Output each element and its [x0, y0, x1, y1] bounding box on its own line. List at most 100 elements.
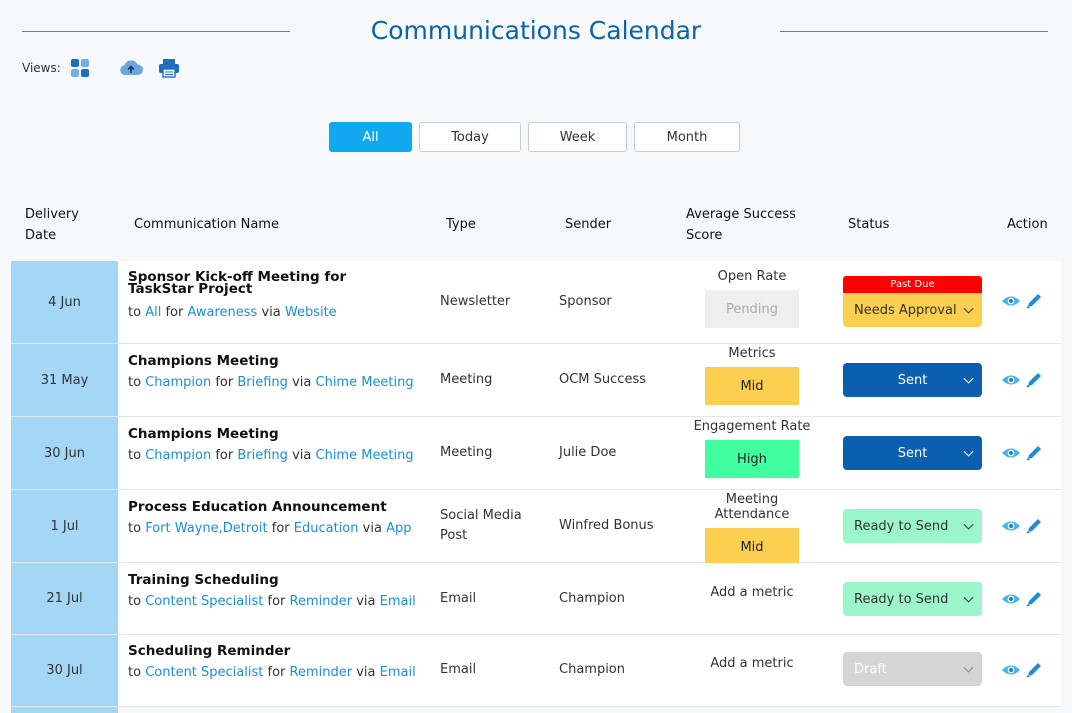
communication-name[interactable]: Sponsor Kick-off Meeting for TaskStar Pr… — [128, 270, 388, 296]
row-actions — [1001, 444, 1043, 462]
pencil-icon[interactable] — [1025, 371, 1043, 389]
purpose-link[interactable]: Briefing — [237, 375, 288, 390]
table-row[interactable]: 4 Jun Sponsor Kick-off Meeting for TaskS… — [11, 261, 1061, 344]
via-text: via — [292, 375, 312, 390]
delivery-date: 1 Jul — [11, 490, 118, 562]
type-cell: Newsletter — [440, 294, 511, 309]
type-cell: Social Media Post — [440, 506, 522, 546]
status-dropdown[interactable]: Ready to Send — [843, 582, 982, 616]
column-header-delivery-date[interactable]: Delivery Date — [25, 204, 79, 246]
communication-name[interactable]: Process Education Announcement — [128, 500, 428, 514]
table-row[interactable]: 30 Jun Champions Meeting to Champion for… — [11, 417, 1061, 490]
audience-link[interactable]: Content Specialist — [145, 594, 263, 609]
table-row[interactable]: 30 Jul Scheduling Reminder to Content Sp… — [11, 635, 1061, 707]
to-text: to — [128, 305, 142, 320]
type-cell: Email — [440, 591, 477, 606]
purpose-link[interactable]: Awareness — [187, 305, 257, 320]
communication-cell: Process Education Announcement to Fort W… — [128, 500, 428, 536]
score-cell: Open Rate Pending — [687, 269, 817, 328]
filter-month-button[interactable]: Month — [634, 122, 740, 152]
table-row[interactable]: 31 May Champions Meeting to Champion for… — [11, 344, 1061, 417]
filter-all-button[interactable]: All — [329, 122, 412, 152]
status-dropdown[interactable]: Ready to Send — [843, 509, 982, 543]
eye-icon[interactable] — [1001, 373, 1021, 387]
to-text: to — [128, 665, 142, 680]
to-text: to — [128, 521, 142, 536]
status-value: Ready to Send — [854, 591, 949, 607]
column-header-status[interactable]: Status — [848, 214, 889, 235]
channel-link[interactable]: Chime Meeting — [316, 448, 414, 463]
eye-icon[interactable] — [1001, 592, 1021, 606]
table-header: Delivery Date Communication Name Type Se… — [0, 200, 1072, 250]
score-badge-pending: Pending — [705, 290, 799, 328]
row-actions — [1001, 661, 1043, 679]
sender-cell: Champion — [559, 591, 626, 606]
communication-name[interactable]: Training Scheduling — [128, 573, 428, 587]
printer-icon[interactable] — [158, 58, 180, 78]
column-header-name[interactable]: Communication Name — [134, 214, 279, 235]
pencil-icon[interactable] — [1025, 292, 1043, 310]
column-header-delivery-line2: Date — [25, 228, 57, 243]
channel-link[interactable]: Email — [380, 665, 416, 680]
eye-icon[interactable] — [1001, 294, 1021, 308]
views-label: Views: — [22, 61, 61, 75]
for-text: for — [165, 305, 184, 320]
chevron-down-icon — [963, 373, 974, 384]
column-header-score[interactable]: Average Success Score — [686, 204, 796, 246]
audience-link[interactable]: Champion — [145, 448, 211, 463]
status-dropdown[interactable]: Draft — [843, 652, 982, 686]
eye-icon[interactable] — [1001, 446, 1021, 460]
sender-cell: Winfred Bonus — [559, 518, 654, 533]
communication-name[interactable]: Champions Meeting — [128, 427, 428, 441]
audience-link[interactable]: Fort Wayne,Detroit — [145, 521, 267, 536]
audience-link[interactable]: Champion — [145, 375, 211, 390]
purpose-link[interactable]: Reminder — [290, 665, 353, 680]
add-metric-link[interactable]: Add a metric — [687, 656, 817, 671]
column-header-type[interactable]: Type — [446, 214, 476, 235]
type-cell: Email — [440, 662, 477, 677]
purpose-link[interactable]: Briefing — [237, 448, 288, 463]
table-row[interactable]: 1 Jul Process Education Announcement to … — [11, 490, 1061, 566]
status-dropdown[interactable]: Sent — [843, 436, 982, 470]
for-text: for — [215, 448, 234, 463]
audience-link[interactable]: All — [145, 305, 161, 320]
for-text: for — [215, 375, 234, 390]
status-dropdown[interactable]: Needs Approval — [843, 293, 982, 327]
status-value: Sent — [897, 445, 928, 461]
pencil-icon[interactable] — [1025, 517, 1043, 535]
add-metric-link[interactable]: Add a metric — [687, 585, 817, 600]
channel-link[interactable]: Chime Meeting — [316, 375, 414, 390]
audience-link[interactable]: Content Specialist — [145, 665, 263, 680]
communication-routing: to Champion for Briefing via Chime Meeti… — [128, 448, 428, 463]
status-dropdown[interactable]: Sent — [843, 363, 982, 397]
pencil-icon[interactable] — [1025, 444, 1043, 462]
metric-label: Metrics — [728, 346, 776, 361]
purpose-link[interactable]: Reminder — [290, 594, 353, 609]
pencil-icon[interactable] — [1025, 661, 1043, 679]
eye-icon[interactable] — [1001, 663, 1021, 677]
channel-link[interactable]: Email — [380, 594, 416, 609]
communication-name[interactable]: Champions Meeting — [128, 354, 428, 368]
chevron-down-icon — [963, 446, 974, 457]
channel-link[interactable]: Website — [285, 305, 337, 320]
communication-name[interactable]: Scheduling Reminder — [128, 644, 428, 658]
cloud-upload-icon[interactable] — [118, 58, 144, 78]
table-row[interactable]: 21 Jul Training Scheduling to Content Sp… — [11, 563, 1061, 635]
score-badge-mid: Mid — [705, 367, 799, 405]
score-cell: Engagement Rate High — [687, 419, 817, 478]
date-filter-group: All Today Week Month — [329, 122, 747, 152]
channel-link[interactable]: App — [386, 521, 411, 536]
grid-view-icon[interactable] — [70, 58, 90, 78]
to-text: to — [128, 375, 142, 390]
views-toolbar: Views: — [22, 58, 180, 78]
past-due-badge: Past Due — [843, 276, 982, 293]
column-header-sender[interactable]: Sender — [565, 214, 611, 235]
via-text: via — [356, 665, 376, 680]
filter-week-button[interactable]: Week — [528, 122, 627, 152]
communications-table: 4 Jun Sponsor Kick-off Meeting for TaskS… — [11, 261, 1061, 707]
eye-icon[interactable] — [1001, 519, 1021, 533]
filter-today-button[interactable]: Today — [419, 122, 521, 152]
pencil-icon[interactable] — [1025, 590, 1043, 608]
communication-cell: Champions Meeting to Champion for Briefi… — [128, 427, 428, 463]
purpose-link[interactable]: Education — [294, 521, 359, 536]
